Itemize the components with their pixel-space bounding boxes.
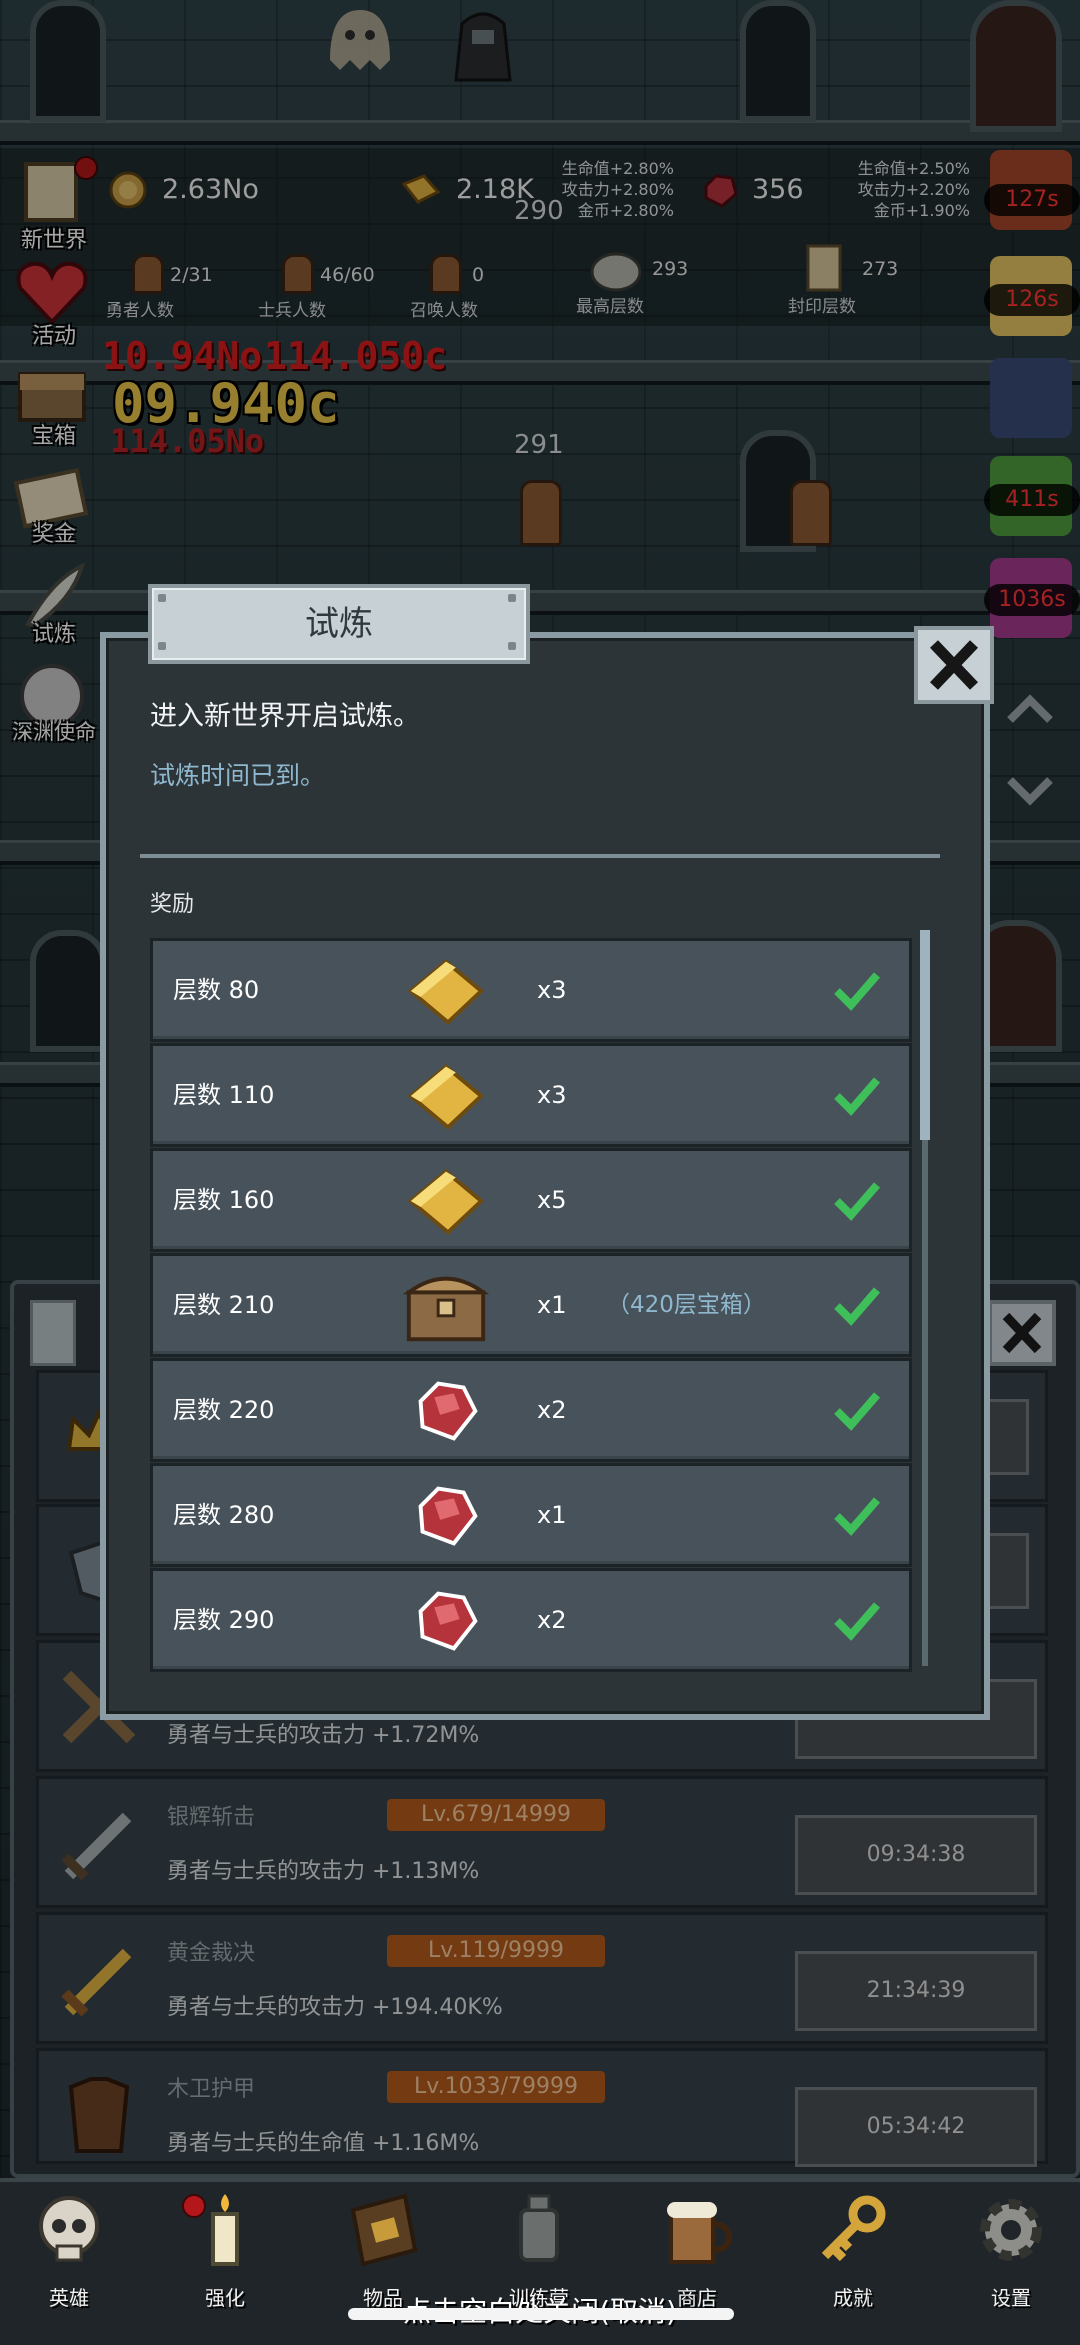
reward-row: 层数 280 x1 [150, 1463, 912, 1567]
skull-icon [39, 2196, 99, 2262]
reward-note: （420层宝箱） [607, 1292, 766, 1318]
checkmark-icon [834, 1602, 881, 1641]
dialog-title-plate: 试炼 [148, 584, 530, 664]
reward-row: 层数 160 x5 [150, 1148, 912, 1252]
reward-floor: 层数 110 [173, 1081, 275, 1109]
close-icon [930, 640, 978, 690]
checkmark-icon [834, 1182, 881, 1221]
reward-quantity: x3 [537, 976, 567, 1004]
home-indicator[interactable] [348, 2308, 734, 2320]
checkmark-icon [834, 1077, 881, 1116]
divider [140, 854, 940, 858]
reward-floor: 层数 290 [173, 1606, 275, 1634]
reward-quantity: x2 [537, 1396, 567, 1424]
reward-row: 层数 110 x3 [150, 1043, 912, 1147]
checkmark-icon [834, 1497, 881, 1536]
dialog-status: 试炼时间已到。 [150, 761, 326, 790]
ruby-icon [418, 1381, 478, 1441]
reward-row: 层数 220 x2 [150, 1358, 912, 1462]
reward-floor: 层数 280 [173, 1501, 275, 1529]
rivet [158, 594, 166, 602]
rivet [508, 642, 516, 650]
reward-row: 层数 210 x1 （420层宝箱） [150, 1253, 912, 1357]
reward-quantity: x1 [537, 1291, 567, 1319]
ruby-icon [418, 1486, 478, 1546]
checkmark-icon [834, 1287, 881, 1326]
treasure-chest-icon [402, 1276, 490, 1342]
notification-dot [182, 2194, 206, 2218]
gold-bar-icon [407, 959, 485, 1025]
gold-bar-icon [407, 1169, 485, 1235]
reward-quantity: x1 [537, 1501, 567, 1529]
reward-floor: 层数 220 [173, 1396, 275, 1424]
beer-mug-icon [667, 2202, 733, 2264]
rivet [508, 594, 516, 602]
ruby-icon [418, 1591, 478, 1651]
reward-floor: 层数 210 [173, 1291, 275, 1319]
reward-quantity: x5 [537, 1186, 567, 1214]
reward-row: 层数 290 x2 [150, 1568, 912, 1672]
rivet [158, 642, 166, 650]
checkmark-icon [834, 1392, 881, 1431]
checkmark-icon [834, 972, 881, 1011]
lantern-icon [519, 2194, 559, 2262]
reward-section-label: 奖励 [150, 892, 195, 917]
reward-floor: 层数 80 [173, 976, 260, 1004]
reward-quantity: x3 [537, 1081, 567, 1109]
dialog-title: 试炼 [305, 604, 373, 644]
book-icon [350, 2193, 418, 2267]
dialog-close-button[interactable] [914, 626, 994, 704]
gear-icon [980, 2199, 1042, 2261]
reward-floor: 层数 160 [173, 1186, 275, 1214]
gold-bar-icon [407, 1064, 485, 1130]
reward-scrollbar-thumb[interactable] [920, 930, 930, 1140]
key-icon [821, 2195, 886, 2262]
reward-quantity: x2 [537, 1606, 567, 1634]
dialog-message: 进入新世界开启试炼。 [150, 701, 420, 732]
reward-row: 层数 80 x3 [150, 938, 912, 1042]
